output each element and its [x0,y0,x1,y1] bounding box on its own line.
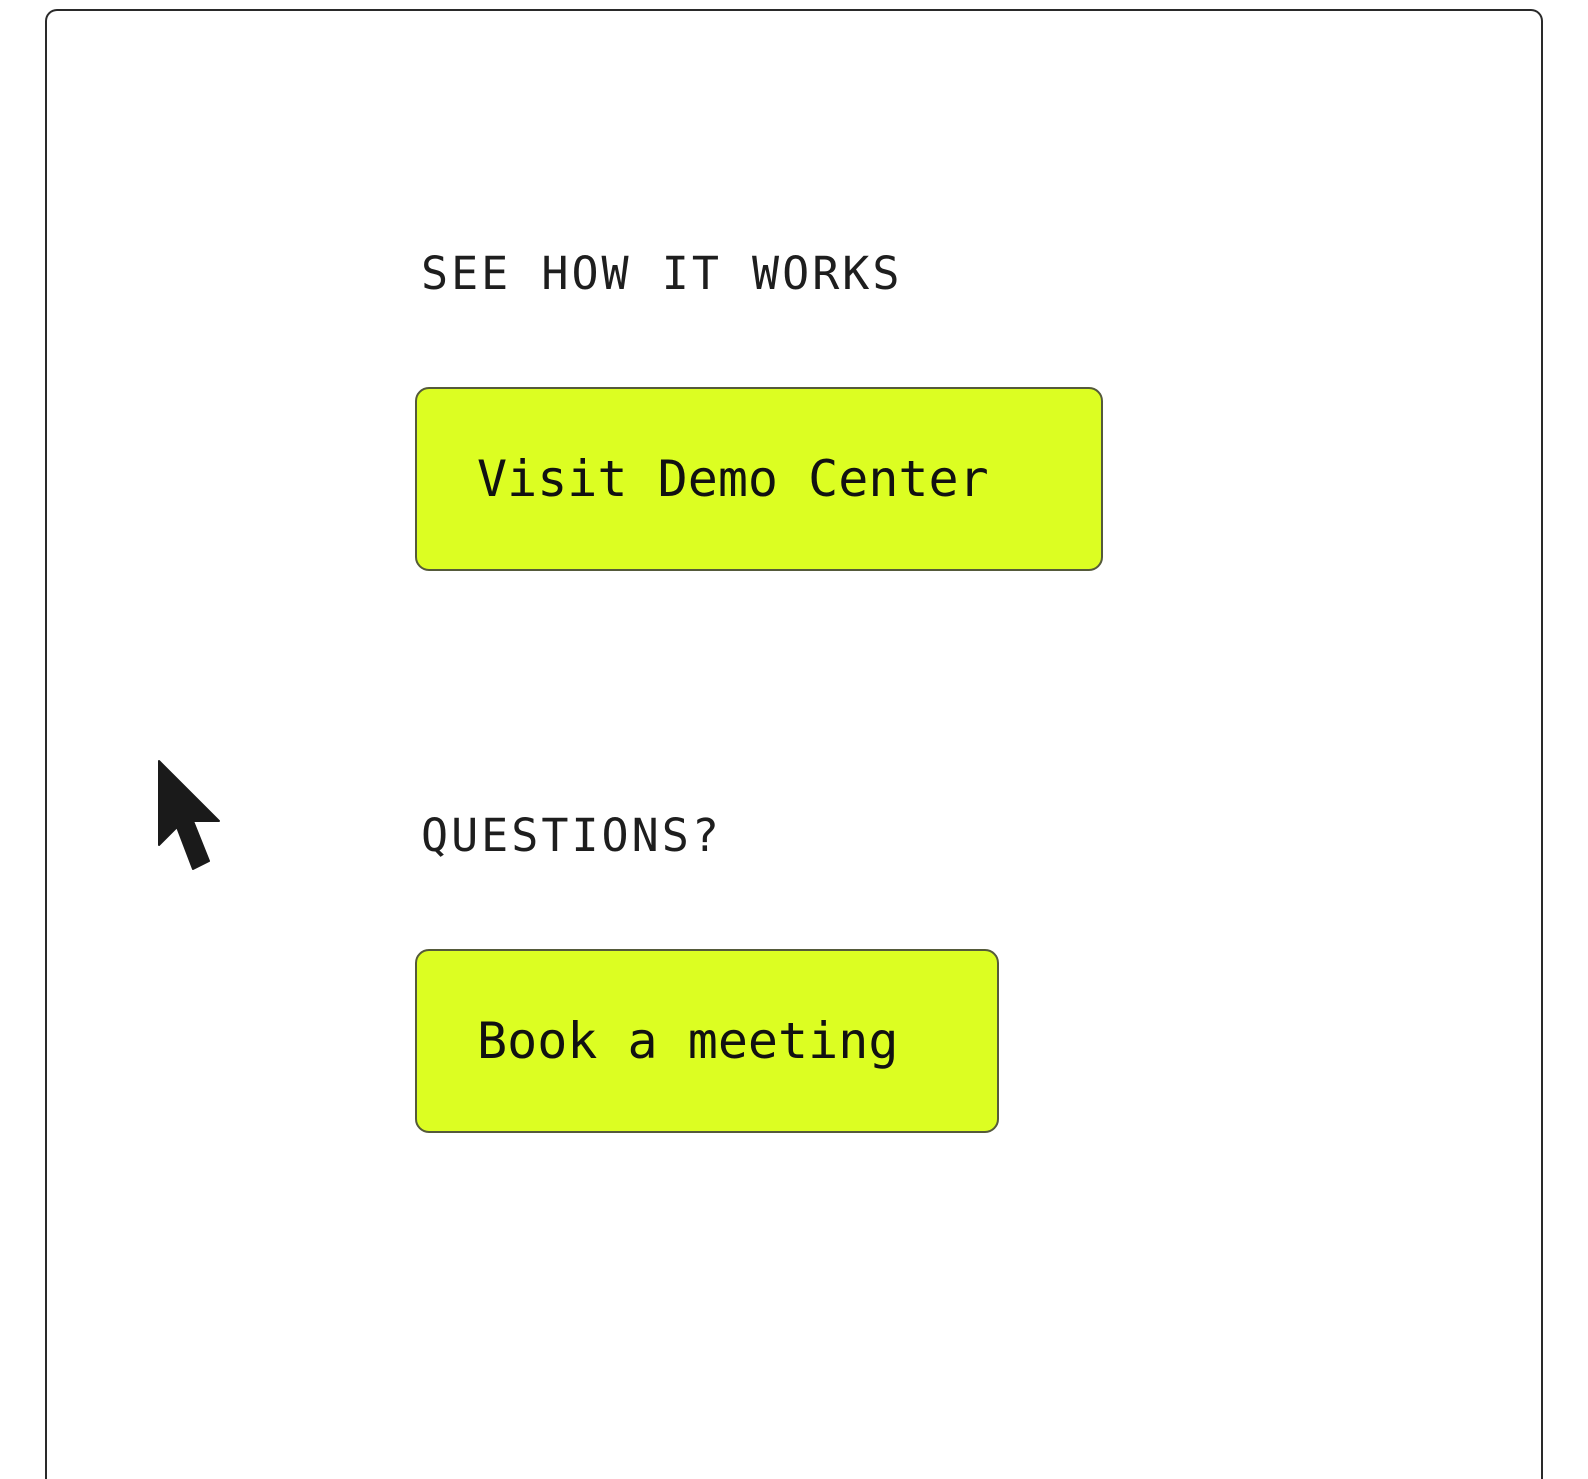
cta-card: SEE HOW IT WORKS Visit Demo Center QUEST… [45,9,1543,1479]
see-how-it-works-heading: SEE HOW IT WORKS [421,247,903,300]
visit-demo-center-label: Visit Demo Center [477,450,989,508]
mouse-pointer-icon [158,760,220,870]
visit-demo-center-button[interactable]: Visit Demo Center [415,387,1103,571]
book-a-meeting-button[interactable]: Book a meeting [415,949,999,1133]
book-a-meeting-label: Book a meeting [477,1012,899,1070]
questions-heading: QUESTIONS? [421,809,722,862]
